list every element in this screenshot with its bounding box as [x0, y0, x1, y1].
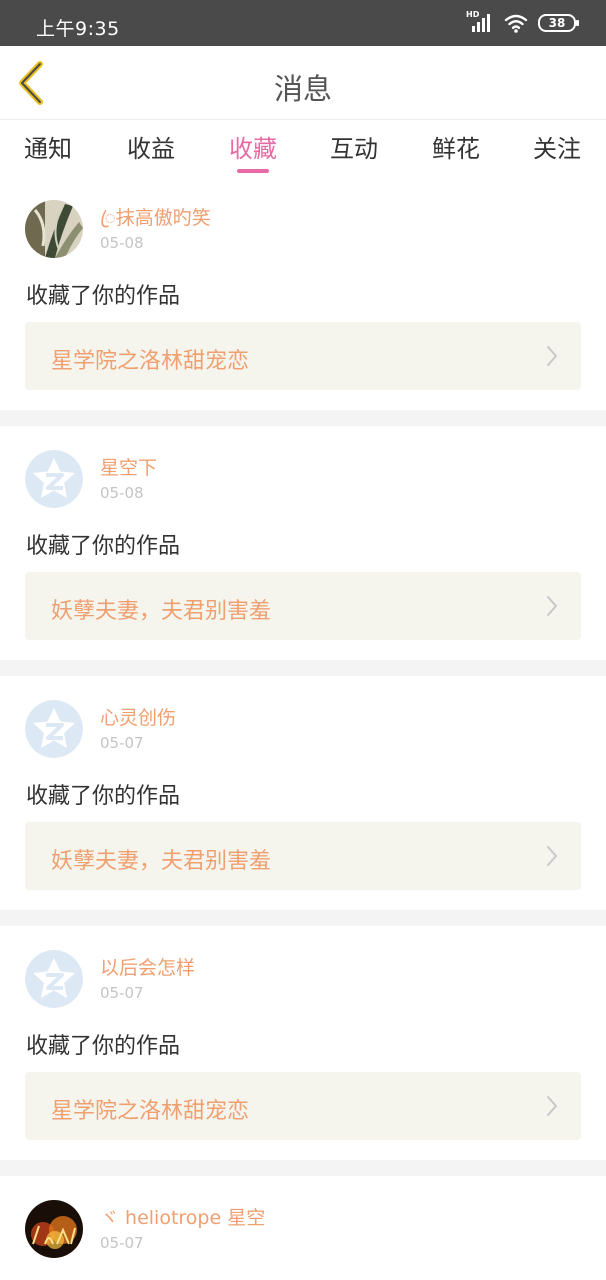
tab-bar: 通知 收益 收藏 互动 鲜花 关注 [0, 121, 606, 179]
separator [0, 410, 606, 426]
notification-item: 以后会怎样 05-07 收藏了你的作品 星学院之洛林甜宠恋 [0, 926, 606, 1160]
tab-flowers[interactable]: 鲜花 [421, 129, 491, 164]
status-bar: 上午9:35 HD 38 [0, 0, 606, 46]
notification-item: 星空下 05-08 收藏了你的作品 妖孽夫妻，夫君别害羞 [0, 426, 606, 660]
date: 05-07 [100, 984, 144, 1002]
username[interactable]: ヾ heliotrope 星空 [100, 1203, 265, 1230]
date: 05-07 [100, 734, 144, 752]
network-label: HD [466, 10, 480, 19]
notification-item: ꦿ抹高傲旳笑 05-08 收藏了你的作品 星学院之洛林甜宠恋 [0, 176, 606, 410]
tab-notifications[interactable]: 通知 [13, 129, 83, 164]
date: 05-07 [100, 1234, 144, 1252]
status-icons: HD 38 [466, 10, 579, 34]
avatar[interactable] [25, 950, 83, 1008]
page-title: 消息 [273, 72, 332, 106]
username[interactable]: 星空下 [100, 453, 157, 480]
avatar-photo [25, 200, 83, 258]
action-text: 收藏了你的作品 [26, 1034, 181, 1059]
notification-item: ヾ heliotrope 星空 05-07 [0, 1176, 606, 1280]
chevron-right-icon [547, 346, 557, 366]
work-card[interactable]: 星学院之洛林甜宠恋 [25, 1072, 581, 1140]
separator [0, 1160, 606, 1176]
work-card[interactable]: 星学院之洛林甜宠恋 [25, 322, 581, 390]
default-avatar-icon [25, 450, 83, 508]
battery-indicator: 38 [538, 14, 579, 32]
separator [0, 910, 606, 926]
tab-follows[interactable]: 关注 [522, 129, 592, 164]
username[interactable]: 以后会怎样 [100, 953, 195, 980]
default-avatar-icon [25, 700, 83, 758]
work-title: 妖孽夫妻，夫君别害羞 [51, 849, 272, 874]
avatar[interactable] [25, 450, 83, 508]
avatar[interactable] [25, 1200, 83, 1258]
nav-bar: 消息 [0, 46, 606, 120]
separator [0, 660, 606, 676]
chevron-right-icon [547, 596, 557, 616]
action-text: 收藏了你的作品 [26, 284, 181, 309]
active-tab-indicator [237, 169, 269, 173]
work-card[interactable]: 妖孽夫妻，夫君别害羞 [25, 572, 581, 640]
date: 05-08 [100, 234, 144, 252]
avatar[interactable] [25, 200, 83, 258]
notification-item: 心灵创伤 05-07 收藏了你的作品 妖孽夫妻，夫君别害羞 [0, 676, 606, 910]
work-title: 星学院之洛林甜宠恋 [51, 349, 250, 374]
avatar[interactable] [25, 700, 83, 758]
work-title: 星学院之洛林甜宠恋 [51, 1099, 250, 1124]
action-text: 收藏了你的作品 [26, 784, 181, 809]
date: 05-08 [100, 484, 144, 502]
work-card[interactable]: 妖孽夫妻，夫君别害羞 [25, 822, 581, 890]
signal-icon: HD [466, 10, 494, 34]
avatar-photo [25, 1200, 83, 1258]
tab-favorites[interactable]: 收藏 [218, 129, 288, 164]
status-time: 上午9:35 [36, 18, 120, 40]
action-text: 收藏了你的作品 [26, 534, 181, 559]
chevron-right-icon [547, 846, 557, 866]
chevron-right-icon [547, 1096, 557, 1116]
wifi-icon [504, 14, 528, 33]
username[interactable]: 心灵创伤 [100, 703, 176, 730]
default-avatar-icon [25, 950, 83, 1008]
work-title: 妖孽夫妻，夫君别害羞 [51, 599, 272, 624]
tab-interactions[interactable]: 互动 [319, 129, 389, 164]
tab-earnings[interactable]: 收益 [116, 129, 186, 164]
